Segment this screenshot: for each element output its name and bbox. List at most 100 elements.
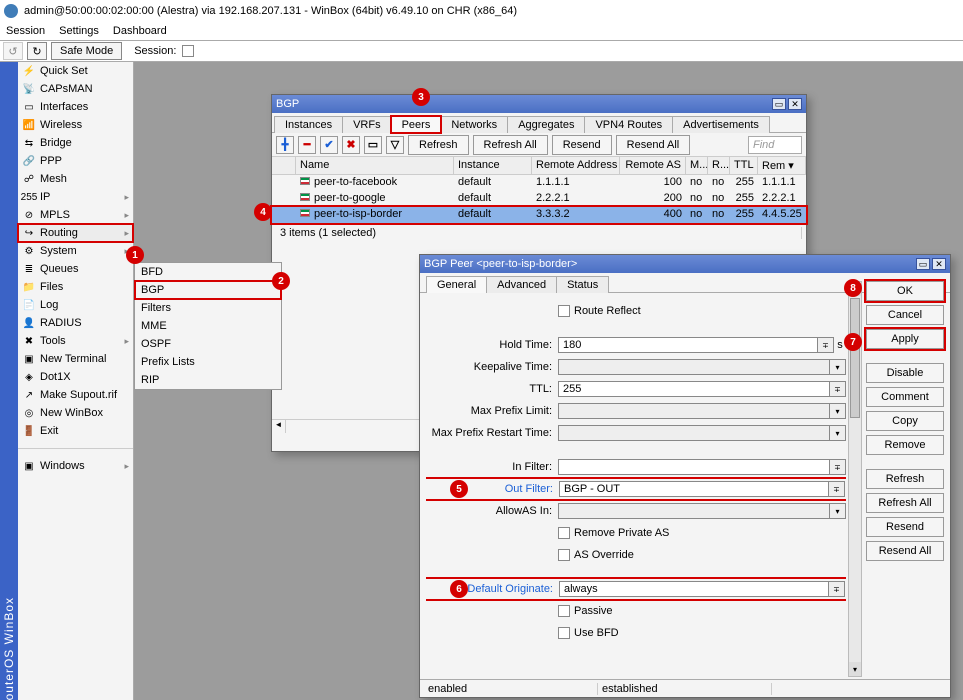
menu-dashboard[interactable]: Dashboard xyxy=(113,25,167,37)
sidebar-item-dot1x[interactable]: ◈Dot1X xyxy=(18,368,133,386)
bgp-tab-vrfs[interactable]: VRFs xyxy=(342,116,392,133)
resend-all-button[interactable]: Resend All xyxy=(866,541,944,561)
sidebar-item-capsman[interactable]: 📡CAPsMAN xyxy=(18,80,133,98)
submenu-item-ospf[interactable]: OSPF xyxy=(135,335,281,353)
peer-tab-status[interactable]: Status xyxy=(556,276,609,293)
bgp-tab-instances[interactable]: Instances xyxy=(274,116,343,133)
sidebar-item-mpls[interactable]: ⊘MPLS▸ xyxy=(18,206,133,224)
remove-button[interactable]: ━ xyxy=(298,136,316,154)
sidebar-item-tools[interactable]: ✖Tools▸ xyxy=(18,332,133,350)
out-filter-dropdown-icon[interactable]: ∓ xyxy=(829,481,845,497)
sidebar-item-routing[interactable]: ↪Routing▸ xyxy=(18,224,133,242)
keepalive-input[interactable] xyxy=(558,359,830,375)
sidebar-item-new-terminal[interactable]: ▣New Terminal xyxy=(18,350,133,368)
ok-button[interactable]: OK xyxy=(866,281,944,301)
comment-button[interactable]: Comment xyxy=(866,387,944,407)
sidebar-item-ip[interactable]: 255IP▸ xyxy=(18,188,133,206)
sidebar-item-files[interactable]: 📁Files xyxy=(18,278,133,296)
refresh-button[interactable]: Refresh xyxy=(866,469,944,489)
refresh-button[interactable]: Refresh xyxy=(408,135,469,155)
menu-session[interactable]: Session xyxy=(6,25,45,37)
submenu-item-mme[interactable]: MME xyxy=(135,317,281,335)
sidebar-item-mesh[interactable]: ☍Mesh xyxy=(18,170,133,188)
default-originate-dropdown-icon[interactable]: ∓ xyxy=(829,581,845,597)
redo-button[interactable]: ↻ xyxy=(27,42,47,60)
filter-button[interactable]: ▽ xyxy=(386,136,404,154)
max-prefix-restart-expand-icon[interactable]: ▾ xyxy=(830,425,846,441)
max-prefix-expand-icon[interactable]: ▾ xyxy=(830,403,846,419)
allow-as-input[interactable] xyxy=(558,503,830,519)
submenu-item-filters[interactable]: Filters xyxy=(135,299,281,317)
enable-button[interactable]: ✔ xyxy=(320,136,338,154)
remove-private-as-checkbox[interactable] xyxy=(558,527,570,539)
sidebar-item-queues[interactable]: ≣Queues xyxy=(18,260,133,278)
bgp-tab-networks[interactable]: Networks xyxy=(440,116,508,133)
use-bfd-checkbox[interactable] xyxy=(558,627,570,639)
default-originate-input[interactable]: always xyxy=(559,581,829,597)
resend-all-button[interactable]: Resend All xyxy=(616,135,691,155)
sidebar-item-radius[interactable]: 👤RADIUS xyxy=(18,314,133,332)
as-override-checkbox[interactable] xyxy=(558,549,570,561)
resend-button[interactable]: Resend xyxy=(866,517,944,537)
sidebar-item-exit[interactable]: 🚪Exit xyxy=(18,422,133,440)
refresh-all-button[interactable]: Refresh All xyxy=(473,135,548,155)
peer-tab-advanced[interactable]: Advanced xyxy=(486,276,557,293)
in-filter-input[interactable] xyxy=(558,459,830,475)
sidebar-item-quick-set[interactable]: ⚡Quick Set xyxy=(18,62,133,80)
max-prefix-input[interactable] xyxy=(558,403,830,419)
undo-button[interactable]: ↺ xyxy=(3,42,23,60)
peer-window-restore-icon[interactable]: ▭ xyxy=(916,258,930,270)
sidebar-item-ppp[interactable]: 🔗PPP xyxy=(18,152,133,170)
sidebar-item-windows[interactable]: ▣Windows▸ xyxy=(18,457,133,475)
route-reflect-checkbox[interactable] xyxy=(558,305,570,317)
ttl-input[interactable]: 255 xyxy=(558,381,830,397)
keepalive-expand-icon[interactable]: ▾ xyxy=(830,359,846,375)
bgp-tab-advertisements[interactable]: Advertisements xyxy=(672,116,770,133)
hold-time-dropdown-icon[interactable]: ∓ xyxy=(818,337,834,353)
max-prefix-restart-input[interactable] xyxy=(558,425,830,441)
sidebar-item-interfaces[interactable]: ▭Interfaces xyxy=(18,98,133,116)
remove-button[interactable]: Remove xyxy=(866,435,944,455)
submenu-item-rip[interactable]: RIP xyxy=(135,371,281,389)
sidebar-item-system[interactable]: ⚙System▸ xyxy=(18,242,133,260)
add-button[interactable]: ╋ xyxy=(276,136,294,154)
allow-as-expand-icon[interactable]: ▾ xyxy=(830,503,846,519)
sidebar-item-wireless[interactable]: 📶Wireless xyxy=(18,116,133,134)
bgp-peer-row[interactable]: peer-to-googledefault2.2.2.1200nono2552.… xyxy=(272,191,806,207)
bgp-tab-vpn4-routes[interactable]: VPN4 Routes xyxy=(584,116,673,133)
submenu-item-bfd[interactable]: BFD xyxy=(135,263,281,281)
disable-button[interactable]: ✖ xyxy=(342,136,360,154)
cancel-button[interactable]: Cancel xyxy=(866,305,944,325)
submenu-item-bgp[interactable]: BGP xyxy=(135,281,281,299)
peer-tab-general[interactable]: General xyxy=(426,276,487,293)
bgp-grid-header[interactable]: Name Instance Remote Address Remote AS M… xyxy=(272,157,806,175)
bgp-peer-row[interactable]: peer-to-facebookdefault1.1.1.1100nono255… xyxy=(272,175,806,191)
ttl-dropdown-icon[interactable]: ∓ xyxy=(830,381,846,397)
resend-button[interactable]: Resend xyxy=(552,135,612,155)
peer-window-titlebar[interactable]: BGP Peer <peer-to-isp-border> ▭✕ xyxy=(420,255,950,273)
copy-button[interactable]: Copy xyxy=(866,411,944,431)
safe-mode-button[interactable]: Safe Mode xyxy=(51,42,122,60)
sidebar-item-make-supout.rif[interactable]: ↗Make Supout.rif xyxy=(18,386,133,404)
peer-window-close-icon[interactable]: ✕ xyxy=(932,258,946,270)
bgp-window-close-icon[interactable]: ✕ xyxy=(788,98,802,110)
bgp-window-titlebar[interactable]: BGP ▭✕ xyxy=(272,95,806,113)
passive-checkbox[interactable] xyxy=(558,605,570,617)
refresh-all-button[interactable]: Refresh All xyxy=(866,493,944,513)
bgp-window-restore-icon[interactable]: ▭ xyxy=(772,98,786,110)
bgp-tab-aggregates[interactable]: Aggregates xyxy=(507,116,585,133)
disable-button[interactable]: Disable xyxy=(866,363,944,383)
sidebar-item-log[interactable]: 📄Log xyxy=(18,296,133,314)
sidebar-item-bridge[interactable]: ⇆Bridge xyxy=(18,134,133,152)
bgp-peer-row[interactable]: peer-to-isp-borderdefault3.3.3.2400nono2… xyxy=(272,207,806,223)
menu-settings[interactable]: Settings xyxy=(59,25,99,37)
find-input[interactable]: Find xyxy=(748,136,802,154)
hold-time-input[interactable]: 180 xyxy=(558,337,818,353)
bgp-tab-peers[interactable]: Peers xyxy=(391,116,442,133)
in-filter-dropdown-icon[interactable]: ∓ xyxy=(830,459,846,475)
apply-button[interactable]: Apply xyxy=(866,329,944,349)
sidebar-item-new-winbox[interactable]: ◎New WinBox xyxy=(18,404,133,422)
session-checkbox[interactable] xyxy=(182,45,194,57)
out-filter-input[interactable]: BGP - OUT xyxy=(559,481,829,497)
submenu-item-prefix lists[interactable]: Prefix Lists xyxy=(135,353,281,371)
